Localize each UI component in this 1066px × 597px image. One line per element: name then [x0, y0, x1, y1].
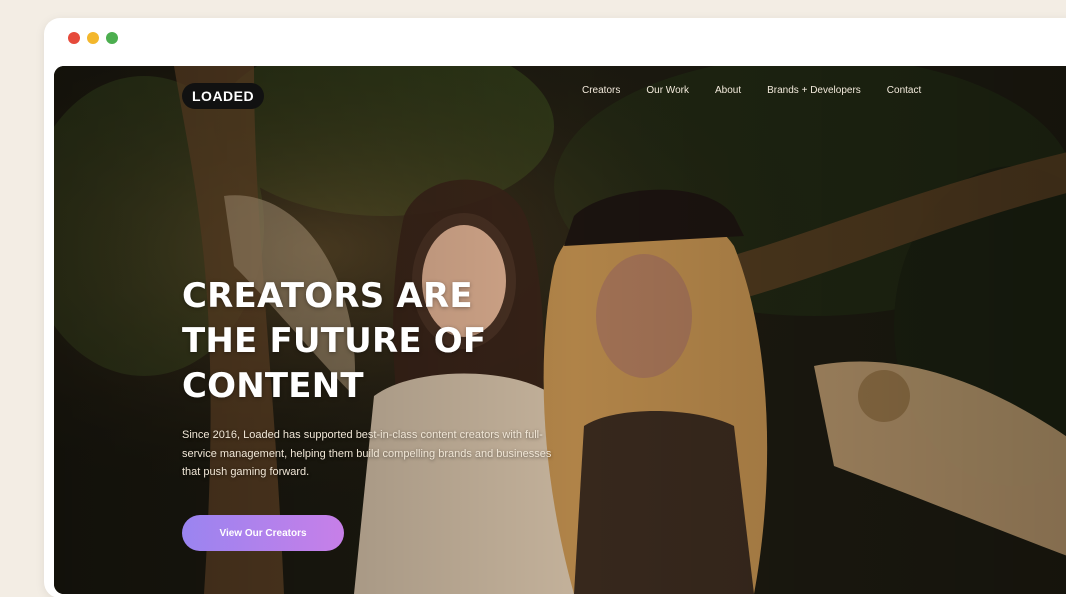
nav-item-contact[interactable]: Contact [887, 85, 921, 96]
view-creators-button[interactable]: View Our Creators [182, 515, 344, 551]
browser-window: LOADED Creators Our Work About Brands + … [44, 18, 1066, 597]
main-nav: Creators Our Work About Brands + Develop… [582, 85, 921, 96]
hero-headline: CREATORS ARE THE FUTURE OF CONTENT [182, 274, 542, 409]
nav-item-about[interactable]: About [715, 85, 741, 96]
maximize-dot-icon[interactable] [106, 32, 118, 44]
headline-line-1: CREATORS ARE [182, 276, 473, 316]
nav-item-our-work[interactable]: Our Work [646, 85, 689, 96]
close-dot-icon[interactable] [68, 32, 80, 44]
window-controls [68, 32, 118, 44]
headline-line-3: CONTENT [182, 366, 364, 406]
nav-item-brands-developers[interactable]: Brands + Developers [767, 85, 861, 96]
headline-line-2: THE FUTURE OF [182, 321, 487, 361]
hero-section: LOADED Creators Our Work About Brands + … [54, 66, 1066, 594]
nav-item-creators[interactable]: Creators [582, 85, 620, 96]
loaded-logo[interactable]: LOADED [182, 83, 265, 109]
minimize-dot-icon[interactable] [87, 32, 99, 44]
hero-description: Since 2016, Loaded has supported best-in… [182, 429, 552, 478]
